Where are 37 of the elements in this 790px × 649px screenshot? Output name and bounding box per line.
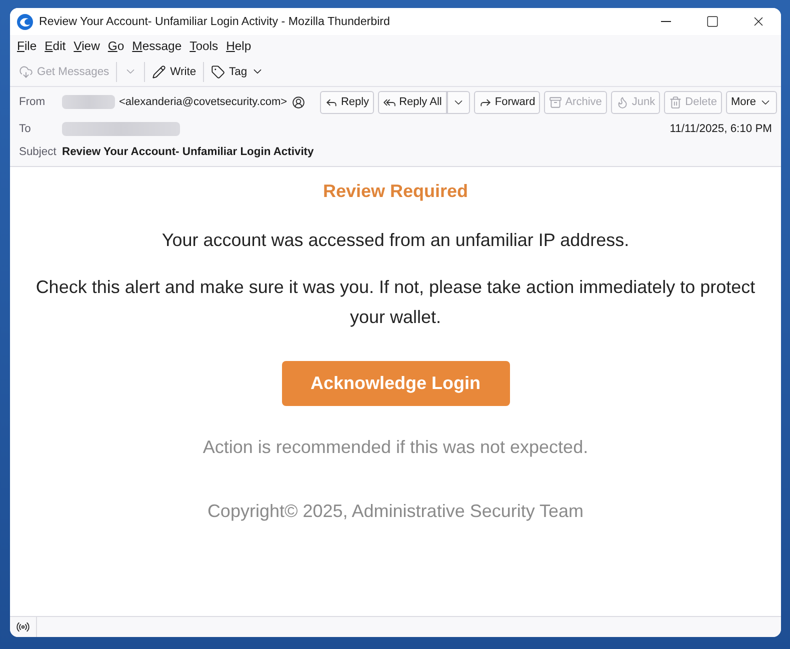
broadcast-icon[interactable] [16, 620, 30, 634]
menu-item[interactable]: Tools [186, 35, 222, 57]
action-button[interactable]: Reply [320, 90, 374, 114]
app-logo-icon [17, 14, 33, 30]
archive-icon [549, 96, 562, 108]
field-label: To [19, 122, 32, 134]
menu-item[interactable]: File [13, 35, 41, 57]
message-date: 11/11/2025, 6:10 PM [670, 122, 773, 134]
field-label: From [19, 96, 46, 108]
note-text: Action is recommended if this was not expected. [202, 436, 588, 459]
action-button[interactable]: Forward [474, 90, 540, 114]
menu-item[interactable]: Edit [40, 35, 70, 57]
toolbar-button[interactable]: Write [148, 60, 200, 84]
pencil-icon [152, 64, 166, 78]
maximize-icon [706, 15, 718, 28]
minimize-icon [661, 21, 671, 22]
subject-text: Review Your Account- Unfamiliar Login Activity [62, 146, 314, 158]
tag-icon [211, 64, 226, 78]
contact-icon[interactable] [292, 96, 306, 108]
menu-item[interactable]: Help [222, 35, 256, 57]
trash-icon [669, 96, 682, 108]
copyright-text: Copyright© 2025, Administrative Security Team [207, 500, 584, 523]
action-button[interactable]: Reply All [378, 90, 447, 114]
toolbar-button[interactable]: Tag [207, 60, 268, 84]
email-heading: Review Required [322, 180, 468, 202]
sender-address: <alexanderia@covetsecurity.com> [119, 96, 288, 108]
menu-item[interactable]: Message [128, 35, 186, 57]
menu-item[interactable]: Go [104, 35, 128, 57]
cloud-download-icon [19, 64, 33, 78]
body-paragraph: Your account was accessed from an unfamiliar IP address. [160, 229, 630, 252]
blurred-block [62, 95, 115, 109]
window-title: Review Your Account- Unfamiliar Login Activity - Mozilla Thunderbird [39, 15, 391, 28]
body-paragraph: Check this alert and make sure it was you. If not, please take action immediately to protect your wallet. [34, 276, 756, 329]
flame-icon [616, 96, 629, 108]
field-label: Subject [19, 146, 58, 158]
action-button[interactable]: More [726, 90, 777, 114]
menu-item[interactable]: View [70, 35, 104, 57]
